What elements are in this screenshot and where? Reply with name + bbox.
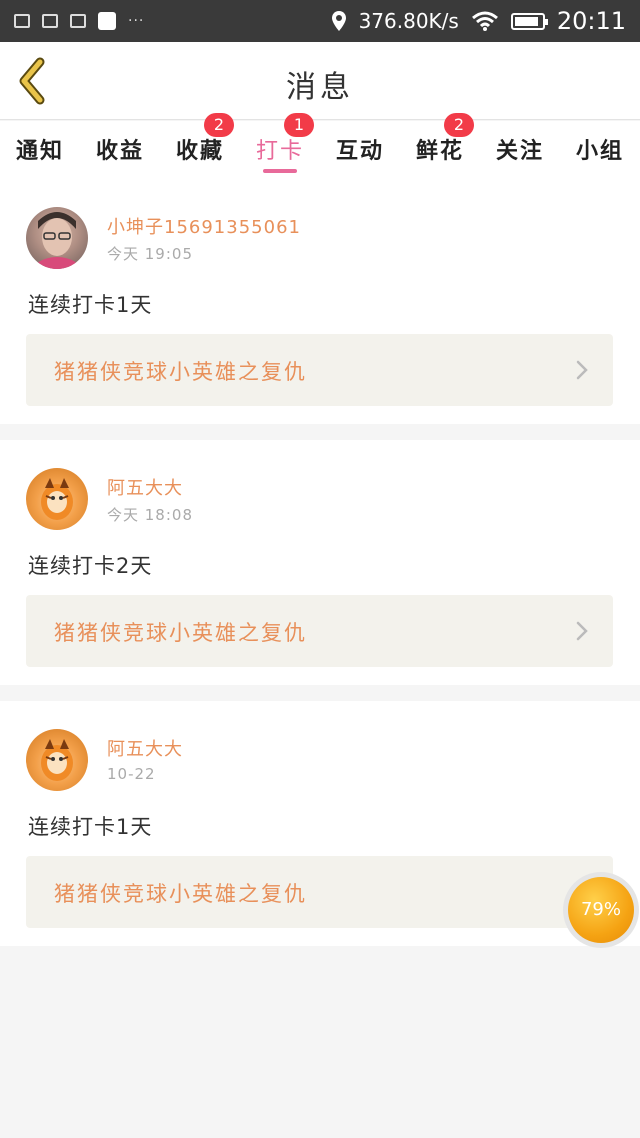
network-speed: 376.80K/s bbox=[358, 9, 459, 33]
sync-notification-icon bbox=[42, 14, 58, 28]
tab-count-badge: 2 bbox=[204, 113, 234, 137]
user-name[interactable]: 小坤子15691355061 bbox=[107, 213, 301, 239]
tab-6[interactable]: 关注 bbox=[480, 121, 560, 179]
user-avatar[interactable] bbox=[26, 468, 88, 530]
chevron-right-icon bbox=[576, 621, 588, 641]
message-card: 阿五大大 10-22 连续打卡1天猪猪侠竞球小英雄之复仇 bbox=[0, 701, 640, 946]
course-link[interactable]: 猪猪侠竞球小英雄之复仇 bbox=[26, 595, 613, 667]
course-link[interactable]: 猪猪侠竞球小英雄之复仇 bbox=[26, 856, 613, 928]
tab-5[interactable]: 鲜花 2 bbox=[400, 113, 480, 179]
message-time: 今天 19:05 bbox=[107, 245, 193, 263]
floating-progress-button[interactable]: 79% bbox=[563, 872, 639, 948]
message-time: 10-22 bbox=[107, 765, 156, 783]
message-text: 连续打卡1天 bbox=[28, 293, 153, 317]
clock: 20:11 bbox=[556, 7, 626, 35]
tab-label: 关注 bbox=[495, 139, 544, 164]
tab-4[interactable]: 互动 bbox=[320, 121, 400, 179]
tab-label: 打卡 bbox=[255, 139, 304, 164]
page-title: 消息 bbox=[286, 70, 354, 105]
battery-icon bbox=[510, 12, 548, 30]
user-name[interactable]: 阿五大大 bbox=[107, 735, 183, 761]
wifi-icon bbox=[471, 11, 498, 31]
user-avatar[interactable] bbox=[26, 729, 88, 791]
course-title: 猪猪侠竞球小英雄之复仇 bbox=[54, 360, 307, 384]
tab-7[interactable]: 小组 bbox=[560, 121, 640, 179]
user-name[interactable]: 阿五大大 bbox=[107, 474, 183, 500]
tab-label: 鲜花 bbox=[415, 139, 464, 164]
message-list: 小坤子15691355061 今天 19:05 连续打卡1天 猪猪侠竞球小英雄之复仇阿… bbox=[0, 179, 640, 946]
tab-label: 小组 bbox=[575, 139, 624, 164]
user-avatar[interactable] bbox=[26, 207, 88, 269]
tab-label: 收益 bbox=[95, 139, 144, 164]
tab-1[interactable]: 收益 bbox=[80, 121, 160, 179]
top-bar: 消息 bbox=[0, 42, 640, 120]
message-text: 连续打卡1天 bbox=[28, 815, 153, 839]
tab-label: 通知 bbox=[15, 139, 64, 164]
app-notification-icon bbox=[98, 12, 116, 30]
course-title: 猪猪侠竞球小英雄之复仇 bbox=[54, 882, 307, 906]
tab-label: 互动 bbox=[335, 139, 384, 164]
tab-3[interactable]: 打卡 1 bbox=[240, 113, 320, 179]
course-title: 猪猪侠竞球小英雄之复仇 bbox=[54, 621, 307, 645]
image-notification-icon bbox=[14, 14, 30, 28]
message-tabs: 通知 收益 收藏 2 打卡 1 互动 鲜花 2 关注 小组 bbox=[0, 113, 640, 179]
tab-count-badge: 1 bbox=[284, 113, 314, 137]
chevron-right-icon bbox=[576, 360, 588, 380]
mail-notification-icon bbox=[70, 14, 86, 28]
tab-label: 收藏 bbox=[175, 139, 224, 164]
location-icon bbox=[331, 11, 346, 31]
message-card: 小坤子15691355061 今天 19:05 连续打卡1天猪猪侠竞球小英雄之复仇 bbox=[0, 179, 640, 424]
tab-count-badge: 2 bbox=[444, 113, 474, 137]
status-bar: ··· 376.80K/s 20:11 bbox=[0, 0, 640, 42]
tab-0[interactable]: 通知 bbox=[0, 121, 80, 179]
more-notifications-icon: ··· bbox=[128, 13, 145, 29]
progress-percent: 79% bbox=[568, 877, 634, 943]
message-card: 阿五大大今天 18:08 连续打卡2天猪猪侠竞球小英雄之复仇 bbox=[0, 440, 640, 685]
message-time: 今天 18:08 bbox=[107, 506, 193, 524]
message-text: 连续打卡2天 bbox=[28, 554, 153, 578]
course-link[interactable]: 猪猪侠竞球小英雄之复仇 bbox=[26, 334, 613, 406]
tab-2[interactable]: 收藏 2 bbox=[160, 113, 240, 179]
active-tab-indicator bbox=[263, 169, 297, 173]
